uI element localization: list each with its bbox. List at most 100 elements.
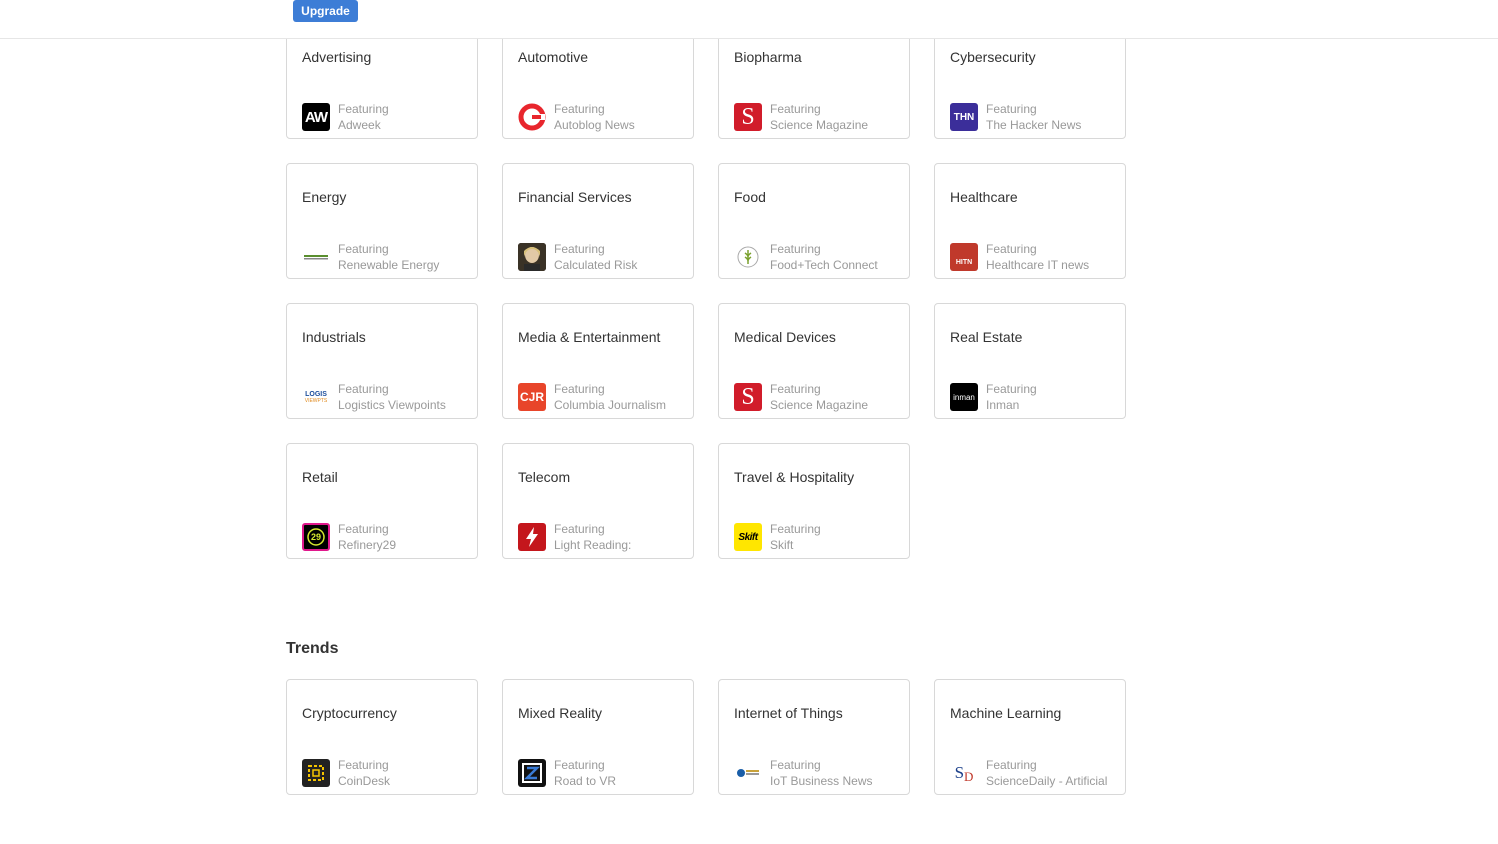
card-title: Telecom bbox=[518, 469, 571, 485]
iot-business-news-logo-icon bbox=[734, 759, 762, 787]
featuring-label: Featuring bbox=[986, 758, 1037, 772]
industry-card-automotive[interactable]: Automotive Featuring Autoblog News bbox=[502, 23, 694, 139]
card-title: Energy bbox=[302, 189, 347, 205]
science-magazine-logo-icon: S bbox=[734, 103, 762, 131]
source-name: Food+Tech Connect bbox=[770, 258, 878, 272]
featured-source: Featuring Food+Tech Connect bbox=[734, 242, 909, 275]
thn-logo-icon: THN bbox=[950, 103, 978, 131]
source-name: Autoblog News bbox=[554, 118, 635, 132]
industries-grid: Advertising AW Featuring Adweek Automotiv… bbox=[286, 23, 1126, 559]
featured-source: CJR Featuring Columbia Journalism bbox=[518, 382, 693, 415]
industry-card-travel-hospitality[interactable]: Travel & Hospitality Skift Featuring Skif… bbox=[718, 443, 910, 559]
source-name: Inman bbox=[986, 398, 1020, 412]
industry-card-real-estate[interactable]: Real Estate inman Featuring Inman bbox=[934, 303, 1126, 419]
thn-logo-text: THN bbox=[953, 111, 975, 123]
featured-source: Featuring Renewable Energy bbox=[302, 242, 477, 275]
light-reading-logo-icon bbox=[518, 523, 546, 551]
source-name: ScienceDaily - Artificial bbox=[986, 774, 1108, 788]
featured-source: HITN Featuring Healthcare IT news bbox=[950, 242, 1125, 275]
industry-card-biopharma[interactable]: Biopharma S Featuring Science Magazine bbox=[718, 23, 910, 139]
featured-source: S Featuring Science Magazine bbox=[734, 382, 909, 415]
industry-card-energy[interactable]: Energy Featuring Renewable Energy bbox=[286, 163, 478, 279]
industry-card-advertising[interactable]: Advertising AW Featuring Adweek bbox=[286, 23, 478, 139]
road-to-vr-logo-icon bbox=[518, 759, 546, 787]
trend-card-machine-learning[interactable]: Machine Learning SD Featuring ScienceDail… bbox=[934, 679, 1126, 795]
industry-card-industrials[interactable]: Industrials LOGIS VIEWPTS Featuring Logis… bbox=[286, 303, 478, 419]
source-name: Skift bbox=[770, 538, 794, 552]
industry-card-media-entertainment[interactable]: Media & Entertainment CJR Featuring Colum… bbox=[502, 303, 694, 419]
card-title: Media & Entertainment bbox=[518, 329, 661, 345]
featured-source: SD Featuring ScienceDaily - Artificial bbox=[950, 758, 1125, 791]
featuring-label: Featuring bbox=[986, 242, 1037, 256]
featured-source: THN Featuring The Hacker News bbox=[950, 102, 1125, 135]
featured-source: 29 Featuring Refinery29 bbox=[302, 522, 477, 555]
industry-card-retail[interactable]: Retail 29 Featuring Refinery29 bbox=[286, 443, 478, 559]
coindesk-logo-icon bbox=[302, 759, 330, 787]
featuring-label: Featuring bbox=[554, 522, 605, 536]
industry-card-telecom[interactable]: Telecom Featuring Light Reading: bbox=[502, 443, 694, 559]
logistics-viewpoints-logo-icon: LOGIS VIEWPTS bbox=[302, 383, 330, 411]
featuring-label: Featuring bbox=[338, 382, 389, 396]
viewpts-logo-text: VIEWPTS bbox=[304, 397, 328, 404]
science-magazine-logo-icon: S bbox=[734, 383, 762, 411]
card-title: Automotive bbox=[518, 49, 589, 65]
trend-card-cryptocurrency[interactable]: Cryptocurrency Featuring CoinDesk bbox=[286, 679, 478, 795]
card-title: Retail bbox=[302, 469, 338, 485]
source-name: Renewable Energy bbox=[338, 258, 440, 272]
card-title: Mixed Reality bbox=[518, 705, 603, 721]
featuring-label: Featuring bbox=[770, 522, 821, 536]
hitn-logo-text: HITN bbox=[955, 259, 973, 266]
top-bar: Upgrade bbox=[0, 0, 1498, 39]
trend-card-internet-of-things[interactable]: Internet of Things Featuring IoT Business… bbox=[718, 679, 910, 795]
featuring-label: Featuring bbox=[338, 102, 389, 116]
featured-source: Featuring Light Reading: bbox=[518, 522, 693, 555]
card-title: Biopharma bbox=[734, 49, 802, 65]
skift-logo-icon: Skift bbox=[734, 523, 762, 551]
source-name: Columbia Journalism bbox=[554, 398, 667, 412]
card-title: Cryptocurrency bbox=[302, 705, 397, 721]
card-title: Healthcare bbox=[950, 189, 1018, 205]
featuring-label: Featuring bbox=[338, 522, 389, 536]
featured-source: Featuring CoinDesk bbox=[302, 758, 477, 791]
industry-card-medical-devices[interactable]: Medical Devices S Featuring Science Magaz… bbox=[718, 303, 910, 419]
autoblog-logo-icon bbox=[518, 103, 546, 131]
industry-card-cybersecurity[interactable]: Cybersecurity THN Featuring The Hacker Ne… bbox=[934, 23, 1126, 139]
refinery29-logo-text: 29 bbox=[310, 532, 321, 542]
sciencedaily-logo-d: D bbox=[964, 769, 974, 784]
card-title: Financial Services bbox=[518, 189, 632, 205]
featured-source: Skift Featuring Skift bbox=[734, 522, 909, 555]
industry-card-financial-services[interactable]: Financial Services Featuring Calculated R… bbox=[502, 163, 694, 279]
refinery29-logo-icon: 29 bbox=[302, 523, 330, 551]
featuring-label: Featuring bbox=[338, 758, 389, 772]
featuring-label: Featuring bbox=[986, 102, 1037, 116]
featuring-label: Featuring bbox=[554, 758, 605, 772]
inman-logo-text: inman bbox=[953, 392, 975, 402]
trends-grid: Cryptocurrency Featuring CoinDesk Mixed R… bbox=[286, 679, 1126, 795]
industry-card-food[interactable]: Food Featuring Food+Tech Connect bbox=[718, 163, 910, 279]
card-title: Industrials bbox=[302, 329, 366, 345]
trend-card-mixed-reality[interactable]: Mixed Reality Featuring Road to VR bbox=[502, 679, 694, 795]
industry-card-healthcare[interactable]: Healthcare HITN Featuring Healthcare IT n… bbox=[934, 163, 1126, 279]
featured-source: S Featuring Science Magazine bbox=[734, 102, 909, 135]
aw-logo-text: AW bbox=[304, 108, 328, 126]
aw-logo-icon: AW bbox=[302, 103, 330, 131]
featured-source: Featuring IoT Business News bbox=[734, 758, 909, 791]
featured-source: AW Featuring Adweek bbox=[302, 102, 477, 135]
featured-source: Featuring Autoblog News bbox=[518, 102, 693, 135]
source-name: Light Reading: bbox=[554, 538, 632, 552]
featuring-label: Featuring bbox=[770, 242, 821, 256]
source-name: Science Magazine bbox=[770, 398, 869, 412]
upgrade-button[interactable]: Upgrade bbox=[293, 0, 358, 22]
source-name: Calculated Risk bbox=[554, 258, 638, 272]
sciencedaily-logo-icon: SD bbox=[950, 759, 978, 787]
source-name: Healthcare IT news bbox=[986, 258, 1090, 272]
calculated-risk-logo-icon bbox=[518, 243, 546, 271]
featuring-label: Featuring bbox=[554, 242, 605, 256]
trends-heading: Trends bbox=[286, 640, 339, 657]
cjr-logo-text: CJR bbox=[519, 390, 544, 404]
source-name: Refinery29 bbox=[338, 538, 397, 552]
cjr-logo-icon: CJR bbox=[518, 383, 546, 411]
featuring-label: Featuring bbox=[554, 382, 605, 396]
card-title: Advertising bbox=[302, 49, 372, 65]
food-tech-logo-icon bbox=[734, 243, 762, 271]
